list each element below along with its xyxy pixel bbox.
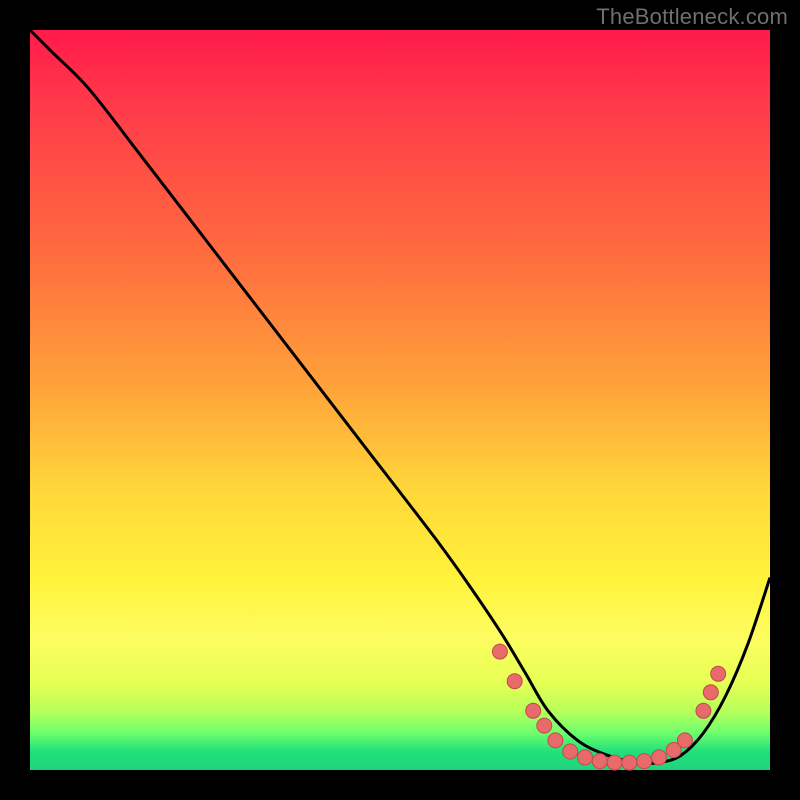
curve-dot	[622, 755, 637, 770]
curve-dot	[652, 750, 667, 765]
watermark-text: TheBottleneck.com	[596, 4, 788, 30]
curve-dot	[548, 733, 563, 748]
curve-dot	[592, 754, 607, 769]
curve-dot	[607, 755, 622, 770]
curve-dots	[492, 644, 725, 770]
curve-dot	[507, 674, 522, 689]
curve-dot	[526, 703, 541, 718]
curve-dot	[537, 718, 552, 733]
curve-dot	[492, 644, 507, 659]
curve-dot	[563, 744, 578, 759]
chart-frame: TheBottleneck.com	[0, 0, 800, 800]
curve-svg	[30, 30, 770, 770]
bottleneck-curve	[30, 30, 770, 764]
curve-dot	[696, 703, 711, 718]
curve-dot	[703, 685, 718, 700]
curve-dot	[677, 733, 692, 748]
curve-dot	[711, 666, 726, 681]
curve-dot	[578, 750, 593, 765]
curve-dot	[637, 754, 652, 769]
